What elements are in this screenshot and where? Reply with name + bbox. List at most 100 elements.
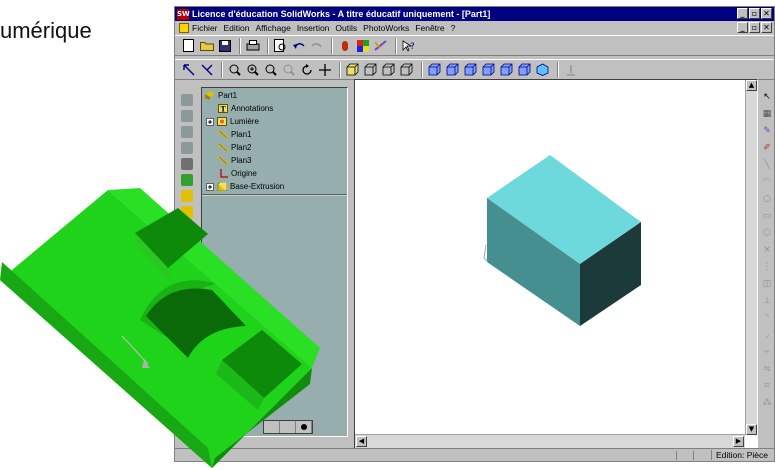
svg-text:T: T [221, 105, 227, 114]
zoom-area-icon[interactable] [263, 62, 278, 77]
3d-box-model[interactable] [355, 80, 759, 450]
sketch-toolbar: ↖ ▦ ✎ ✐ ╲ ◠ ○ ▭ ⬡ × ⋮ ◫ ⊥ ◝ ◞ ⫟ ≒ ⌗ ⁂ [760, 91, 774, 443]
toolbar-separator [557, 61, 559, 78]
pan-icon[interactable] [317, 62, 332, 77]
zoom-out-icon[interactable] [281, 62, 296, 77]
fillet-icon[interactable] [181, 142, 193, 154]
print-preview-icon[interactable] [273, 38, 288, 53]
circle-icon[interactable]: ○ [761, 193, 773, 205]
point-icon[interactable]: × [761, 244, 773, 256]
hidden-removed-icon[interactable] [381, 62, 396, 77]
tree-item-label: Plan1 [231, 130, 252, 139]
tree-item-origine[interactable]: Origine [218, 169, 257, 178]
tree-item-annotations[interactable]: T Annotations [218, 104, 273, 113]
menu-edition[interactable]: Edition [224, 23, 250, 33]
shell-icon[interactable] [181, 126, 193, 138]
annotation-icon: T [218, 104, 228, 113]
menu-fenetre[interactable]: Fenêtre [415, 23, 444, 33]
measure-icon[interactable] [199, 62, 214, 77]
color-icon[interactable] [355, 38, 370, 53]
wireframe-icon[interactable] [345, 62, 360, 77]
tree-item-plan2[interactable]: Plan2 [218, 143, 251, 152]
sketch-icon[interactable] [373, 38, 388, 53]
arc-icon[interactable]: ◠ [761, 176, 773, 188]
offset-icon[interactable]: ◫ [761, 278, 773, 290]
tree-item-label: Part1 [218, 91, 238, 100]
expand-icon[interactable] [206, 117, 214, 126]
scroll-down-arrow[interactable]: ▼ [746, 424, 757, 435]
relations-icon[interactable]: ⌗ [761, 380, 773, 392]
vertical-scrollbar[interactable]: ▲ ▼ [745, 80, 757, 435]
bottom-view-icon[interactable] [517, 62, 532, 77]
mirror-icon[interactable]: ⊥ [761, 295, 773, 307]
tree-item-lumiere[interactable]: Lumière [206, 117, 259, 126]
select-arrow-icon[interactable]: ↖ [761, 91, 773, 103]
hidden-lines-icon[interactable] [363, 62, 378, 77]
front-view-icon[interactable] [427, 62, 442, 77]
extrude-icon[interactable] [181, 174, 193, 186]
normal-to-icon[interactable] [563, 62, 578, 77]
toolbar-separator [395, 37, 397, 54]
window-title: Licence d'éducation SolidWorks - A titre… [192, 9, 491, 19]
save-icon[interactable] [217, 38, 232, 53]
polygon-icon[interactable]: ⬡ [761, 227, 773, 239]
grid-icon[interactable]: ▦ [761, 108, 773, 120]
maximize-button[interactable]: ▫ [749, 8, 760, 19]
pattern-icon[interactable]: ⁂ [761, 397, 773, 409]
right-view-icon[interactable] [481, 62, 496, 77]
redo-icon[interactable] [309, 38, 324, 53]
document-menu-icon[interactable] [179, 22, 189, 33]
doc-close-button[interactable]: ✕ [761, 22, 772, 33]
rebuild-icon[interactable] [337, 38, 352, 53]
rectangle-icon[interactable]: ▭ [761, 210, 773, 222]
help-icon[interactable]: ? [401, 38, 416, 53]
select-icon[interactable] [181, 62, 196, 77]
tree-item-plan1[interactable]: Plan1 [218, 130, 251, 139]
standard-toolbar: ? [175, 35, 774, 56]
menu-photoworks[interactable]: PhotoWorks [363, 23, 409, 33]
fillet-sketch-icon[interactable]: ◝ [761, 312, 773, 324]
tree-item-label: Annotations [231, 104, 274, 113]
menu-outils[interactable]: Outils [335, 23, 357, 33]
tree-item-label: Plan3 [231, 156, 252, 165]
extend-icon[interactable]: ⫟ [761, 346, 773, 358]
isometric-icon[interactable] [535, 62, 550, 77]
menu-fichier[interactable]: Fichier [192, 23, 218, 33]
horizontal-scrollbar[interactable]: ◀ ▶ [355, 434, 745, 448]
tree-item-part[interactable]: Part1 [205, 91, 237, 100]
doc-minimize-button[interactable]: _ [737, 22, 748, 33]
new-doc-icon[interactable] [181, 38, 196, 53]
cut-icon[interactable] [181, 158, 193, 170]
left-view-icon[interactable] [463, 62, 478, 77]
top-view-icon[interactable] [499, 62, 514, 77]
rotate-icon[interactable] [299, 62, 314, 77]
title-bar[interactable]: SW Licence d'éducation SolidWorks - A ti… [175, 7, 774, 21]
graphics-area[interactable]: ▲ ▼ ◀ ▶ [354, 79, 758, 449]
sketch-pencil-icon[interactable]: ✎ [761, 125, 773, 137]
toolbar-separator [267, 37, 269, 54]
revolve-icon[interactable] [181, 110, 193, 122]
back-view-icon[interactable] [445, 62, 460, 77]
tree-item-plan3[interactable]: Plan3 [218, 156, 251, 165]
menu-affichage[interactable]: Affichage [256, 23, 291, 33]
convert-icon[interactable]: ≒ [761, 363, 773, 375]
scroll-left-arrow[interactable]: ◀ [356, 436, 367, 447]
menu-insertion[interactable]: Insertion [297, 23, 330, 33]
open-folder-icon[interactable] [199, 38, 214, 53]
doc-maximize-button[interactable]: ▫ [749, 22, 760, 33]
smart-dimension-icon[interactable]: ✐ [761, 142, 773, 154]
scroll-up-arrow[interactable]: ▲ [746, 80, 757, 91]
scroll-right-arrow[interactable]: ▶ [733, 436, 744, 447]
line-icon[interactable]: ╲ [761, 159, 773, 171]
trim-icon[interactable]: ◞ [761, 329, 773, 341]
minimize-button[interactable]: _ [737, 8, 748, 19]
centerline-icon[interactable]: ⋮ [761, 261, 773, 273]
close-button[interactable]: ✕ [761, 8, 772, 19]
shaded-icon[interactable] [399, 62, 414, 77]
zoom-fit-icon[interactable] [227, 62, 242, 77]
menu-help[interactable]: ? [451, 23, 456, 33]
zoom-in-icon[interactable] [245, 62, 260, 77]
feature-icon[interactable] [181, 94, 193, 106]
undo-icon[interactable] [291, 38, 306, 53]
print-icon[interactable] [245, 38, 260, 53]
